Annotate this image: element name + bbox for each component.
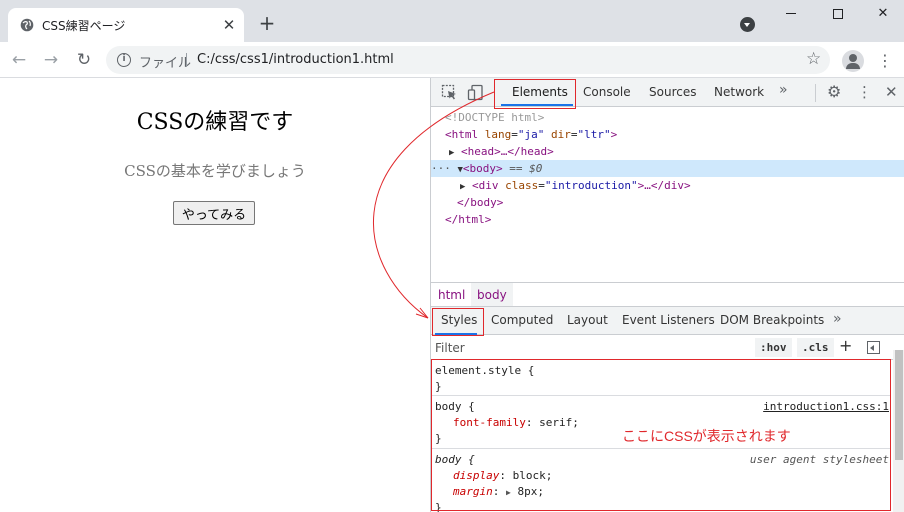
style-declaration[interactable]: font-family: serif; bbox=[453, 415, 579, 431]
forward-arrow-icon[interactable]: → bbox=[41, 50, 61, 70]
try-it-button[interactable]: やってみる bbox=[173, 201, 255, 225]
tab-styles[interactable]: Styles bbox=[441, 313, 477, 327]
profile-avatar[interactable] bbox=[842, 50, 864, 72]
active-tab-indicator bbox=[501, 104, 573, 106]
styles-filter-input[interactable] bbox=[435, 338, 735, 357]
element-style-rule[interactable]: element.style { } bbox=[431, 361, 891, 396]
more-subtabs-chevron-icon[interactable]: » bbox=[833, 311, 842, 327]
tab-layout[interactable]: Layout bbox=[567, 313, 608, 327]
dom-tree: <!DOCTYPE html> <html lang="ja" dir="ltr… bbox=[431, 108, 904, 280]
tab-search-icon[interactable] bbox=[740, 17, 755, 32]
active-subtab-indicator bbox=[435, 333, 477, 335]
inspect-element-icon[interactable] bbox=[441, 84, 458, 101]
more-tabs-chevron-icon[interactable]: » bbox=[779, 82, 788, 98]
style-declaration: margin: ▶ 8px; bbox=[453, 485, 544, 498]
user-agent-source-label: user agent stylesheet bbox=[749, 453, 889, 466]
maximize-button[interactable] bbox=[815, 3, 861, 25]
browser-menu-icon[interactable]: ⋮ bbox=[876, 51, 894, 71]
dom-node-html-close[interactable]: </html> bbox=[431, 211, 904, 228]
expand-triangle-icon[interactable]: ▶ bbox=[460, 182, 465, 192]
selected-node-marker: == $0 bbox=[509, 162, 543, 175]
browser-titlebar: CSS練習ページ ✕ + ✕ bbox=[0, 0, 904, 42]
page-heading: CSSの練習です bbox=[136, 110, 294, 135]
expand-triangle-icon[interactable]: ▶ bbox=[506, 488, 511, 497]
tab-dom-breakpoints[interactable]: DOM Breakpoints bbox=[720, 313, 824, 327]
dom-node-body[interactable]: ··· ▼<body> == $0 bbox=[431, 160, 904, 177]
globe-icon bbox=[20, 18, 34, 32]
element-style-selector: element.style { bbox=[435, 364, 535, 377]
address-separator bbox=[186, 53, 187, 67]
scrollbar-thumb[interactable] bbox=[895, 350, 903, 460]
maximize-icon bbox=[833, 8, 843, 19]
class-toggle-button[interactable]: .cls bbox=[797, 338, 834, 357]
rule-close-brace: } bbox=[435, 380, 442, 393]
tab-computed[interactable]: Computed bbox=[491, 313, 553, 327]
breadcrumb-body[interactable]: body bbox=[471, 283, 513, 307]
devtools-close-icon[interactable]: ✕ bbox=[885, 83, 898, 101]
tab-event-listeners[interactable]: Event Listeners bbox=[622, 313, 715, 327]
breadcrumb: html body bbox=[431, 282, 904, 307]
style-declaration: display: block; bbox=[453, 469, 553, 482]
page-lead-text: CSSの基本を学びましょう bbox=[124, 162, 306, 180]
dom-node-div[interactable]: ▶ <div class="introduction">…</div> bbox=[431, 177, 904, 194]
reload-icon[interactable]: ↻ bbox=[74, 50, 94, 70]
address-url[interactable]: C:/css/css1/introduction1.html bbox=[197, 52, 394, 67]
rule-close-brace: } bbox=[435, 432, 442, 445]
dom-node-body-close[interactable]: </body> bbox=[431, 194, 904, 211]
browser-tab[interactable]: CSS練習ページ ✕ bbox=[8, 8, 244, 42]
rule-selector: body { bbox=[435, 453, 475, 466]
devtools-toolbar: Elements Console Sources Network » ⚙ ⋮ ✕ bbox=[431, 78, 904, 107]
tab-sources[interactable]: Sources bbox=[649, 85, 696, 99]
info-icon[interactable]: i bbox=[117, 53, 131, 67]
rule-selector: body { bbox=[435, 400, 475, 413]
expand-triangle-icon[interactable]: ▶ bbox=[449, 148, 454, 158]
user-agent-style-rule[interactable]: body { user agent stylesheet display: bl… bbox=[431, 450, 891, 512]
hover-state-button[interactable]: :hov bbox=[755, 338, 792, 357]
styles-subtabs: Styles Computed Layout Event Listeners D… bbox=[431, 306, 904, 335]
tab-elements[interactable]: Elements bbox=[512, 85, 568, 99]
settings-gear-icon[interactable]: ⚙ bbox=[827, 82, 841, 101]
toolbar-divider bbox=[815, 84, 816, 102]
dom-node-head[interactable]: ▶ <head>…</head> bbox=[431, 143, 904, 160]
styles-filter-bar: :hov .cls + bbox=[431, 336, 904, 360]
address-scheme-label: ファイル bbox=[139, 56, 192, 71]
device-toolbar-icon[interactable] bbox=[467, 84, 484, 101]
devtools-panel: Elements Console Sources Network » ⚙ ⋮ ✕… bbox=[430, 78, 904, 512]
toggle-sidebar-icon[interactable] bbox=[867, 341, 880, 354]
new-tab-button[interactable]: + bbox=[256, 12, 278, 34]
rule-close-brace: } bbox=[435, 501, 442, 512]
devtools-menu-icon[interactable]: ⋮ bbox=[857, 83, 872, 101]
tab-close-icon[interactable]: ✕ bbox=[220, 16, 238, 34]
browser-toolbar: ← → ↻ i ファイル C:/css/css1/introduction1.h… bbox=[0, 42, 904, 78]
doctype-text: <!DOCTYPE html> bbox=[445, 111, 545, 124]
window-close-button[interactable]: ✕ bbox=[860, 3, 904, 25]
dom-node-doctype[interactable]: <!DOCTYPE html> bbox=[431, 109, 904, 126]
new-style-rule-button[interactable]: + bbox=[839, 336, 852, 355]
annotation-text: ここにCSSが表示されます bbox=[622, 428, 791, 444]
stylesheet-source-link[interactable]: introduction1.css:1 bbox=[763, 399, 889, 415]
back-arrow-icon[interactable]: ← bbox=[9, 50, 29, 70]
minimize-icon bbox=[786, 13, 796, 14]
styles-scrollbar[interactable] bbox=[893, 350, 904, 512]
breadcrumb-html[interactable]: html bbox=[438, 288, 465, 302]
minimize-button[interactable] bbox=[768, 3, 814, 25]
tab-network[interactable]: Network bbox=[714, 85, 764, 99]
tab-title: CSS練習ページ bbox=[42, 19, 126, 33]
bookmark-star-icon[interactable]: ☆ bbox=[806, 49, 821, 69]
dom-node-html[interactable]: <html lang="ja" dir="ltr"> bbox=[431, 126, 904, 143]
node-actions-icon[interactable]: ··· bbox=[431, 162, 451, 175]
tab-console[interactable]: Console bbox=[583, 85, 631, 99]
address-bar[interactable]: i ファイル C:/css/css1/introduction1.html ☆ bbox=[106, 46, 830, 74]
